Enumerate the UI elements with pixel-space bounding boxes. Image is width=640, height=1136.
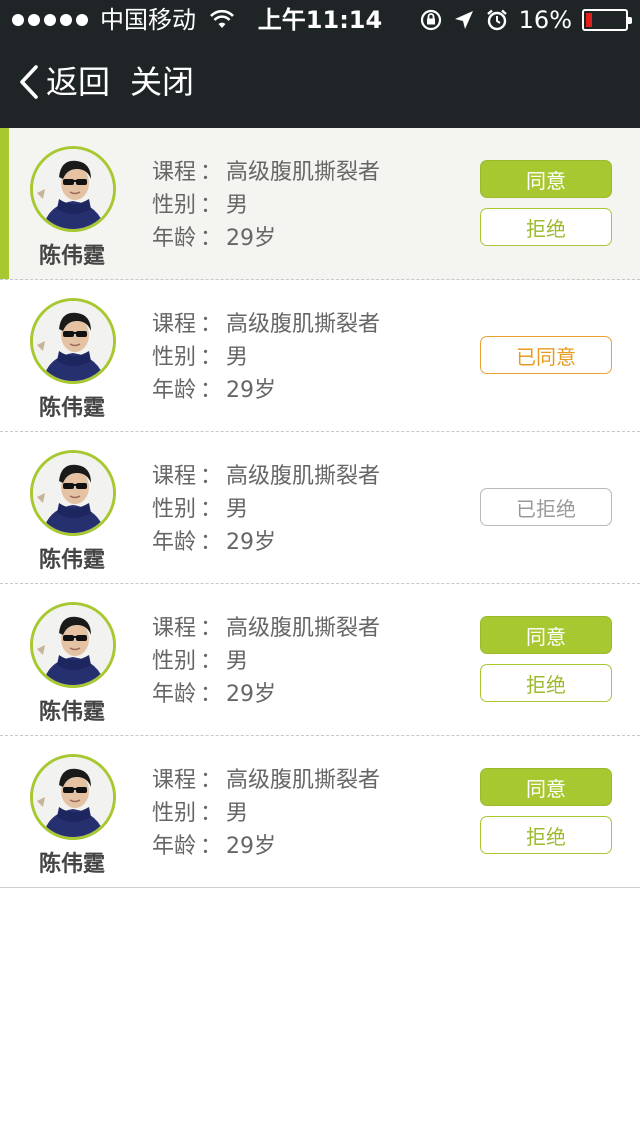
gender-value: 男 [226,193,249,218]
gender-label: 性别 [152,345,197,370]
user-name: 陈伟霆 [38,700,105,725]
colon: ： [200,345,223,370]
colon: ： [200,682,223,707]
gender-label: 性别 [152,649,197,674]
agreed-status-badge: 已同意 [480,336,612,374]
list-item[interactable]: 陈伟霆 课程：高级腹肌撕裂者 性别：男年龄： 29岁 同意 拒绝 [0,128,640,280]
colon: ： [200,497,223,522]
agree-button[interactable]: 同意 [480,616,612,654]
reject-button[interactable]: 拒绝 [480,208,612,246]
user-name: 陈伟霆 [38,396,105,421]
age-label: 年龄 [152,226,197,251]
gender-value: 男 [226,345,249,370]
request-info: 课程：高级腹肌撕裂者 性别：男年龄： 29岁 [152,612,380,711]
list-item[interactable]: 陈伟霆 课程：高级腹肌撕裂者 性别：男年龄： 29岁 同意 拒绝 [0,736,640,888]
request-info: 课程：高级腹肌撕裂者 性别：男年龄： 29岁 [152,764,380,863]
back-button[interactable]: 返回 [18,62,110,102]
age-label: 年龄 [152,530,197,555]
selected-indicator [0,128,9,279]
list-item[interactable]: 陈伟霆 课程：高级腹肌撕裂者 性别：男年龄： 29岁 同意 拒绝 [0,584,640,736]
navigation-bar: 返回 关闭 [0,56,640,112]
battery-percent: 16% [518,6,572,34]
agree-button[interactable]: 同意 [480,160,612,198]
location-icon [454,11,473,29]
chevron-left-icon [20,65,38,99]
course-label: 课程 [152,768,197,793]
colon: ： [200,616,223,641]
course-label: 课程 [152,312,197,337]
age-value: 29岁 [226,682,277,707]
course-value: 高级腹肌撕裂者 [226,312,381,337]
avatar [30,298,116,384]
colon: ： [200,160,223,185]
gender-label: 性别 [152,497,197,522]
colon: ： [200,312,223,337]
user-name: 陈伟霆 [38,548,105,573]
colon: ： [200,464,223,489]
back-label: 返回 [46,63,111,101]
user-name: 陈伟霆 [38,852,105,877]
request-info: 课程：高级腹肌撕裂者 性别：男年龄： 29岁 [152,156,380,255]
age-value: 29岁 [226,834,277,859]
avatar [30,754,116,840]
course-label: 课程 [152,616,197,641]
request-list: 陈伟霆 课程：高级腹肌撕裂者 性别：男年龄： 29岁 同意 拒绝 陈伟霆 课程：高级腹肌撕裂… [0,128,640,888]
battery-icon [582,9,632,31]
age-value: 29岁 [226,530,277,555]
course-value: 高级腹肌撕裂者 [226,464,381,489]
age-label: 年龄 [152,682,197,707]
gender-value: 男 [226,497,249,522]
age-value: 29岁 [226,378,277,403]
list-item[interactable]: 陈伟霆 课程：高级腹肌撕裂者 性别：男年龄： 29岁 已同意 [0,280,640,432]
course-label: 课程 [152,464,197,489]
top-bar: 中国移动 上午11:14 16% 返回 关闭 [0,0,640,128]
colon: ： [200,834,223,859]
rotation-lock-icon [420,9,441,31]
agree-button[interactable]: 同意 [480,768,612,806]
colon: ： [200,378,223,403]
reject-button[interactable]: 拒绝 [480,816,612,854]
course-label: 课程 [152,160,197,185]
reject-button[interactable]: 拒绝 [480,664,612,702]
status-bar: 中国移动 上午11:14 16% [0,0,640,40]
age-label: 年龄 [152,834,197,859]
course-value: 高级腹肌撕裂者 [226,160,381,185]
alarm-icon [486,9,507,31]
list-item[interactable]: 陈伟霆 课程：高级腹肌撕裂者 性别：男年龄： 29岁 已拒绝 [0,432,640,584]
user-name: 陈伟霆 [38,244,105,269]
colon: ： [200,530,223,555]
gender-value: 男 [226,649,249,674]
colon: ： [200,768,223,793]
colon: ： [200,649,223,674]
close-button[interactable]: 关闭 [130,62,194,102]
colon: ： [200,801,223,826]
gender-label: 性别 [152,193,197,218]
course-value: 高级腹肌撕裂者 [226,616,381,641]
avatar [30,450,116,536]
avatar [30,146,116,232]
request-info: 课程：高级腹肌撕裂者 性别：男年龄： 29岁 [152,460,380,559]
gender-value: 男 [226,801,249,826]
gender-label: 性别 [152,801,197,826]
course-value: 高级腹肌撕裂者 [226,768,381,793]
avatar [30,602,116,688]
rejected-status-badge: 已拒绝 [480,488,612,526]
request-info: 课程：高级腹肌撕裂者 性别：男年龄： 29岁 [152,308,380,407]
colon: ： [200,226,223,251]
age-label: 年龄 [152,378,197,403]
age-value: 29岁 [226,226,277,251]
colon: ： [200,193,223,218]
